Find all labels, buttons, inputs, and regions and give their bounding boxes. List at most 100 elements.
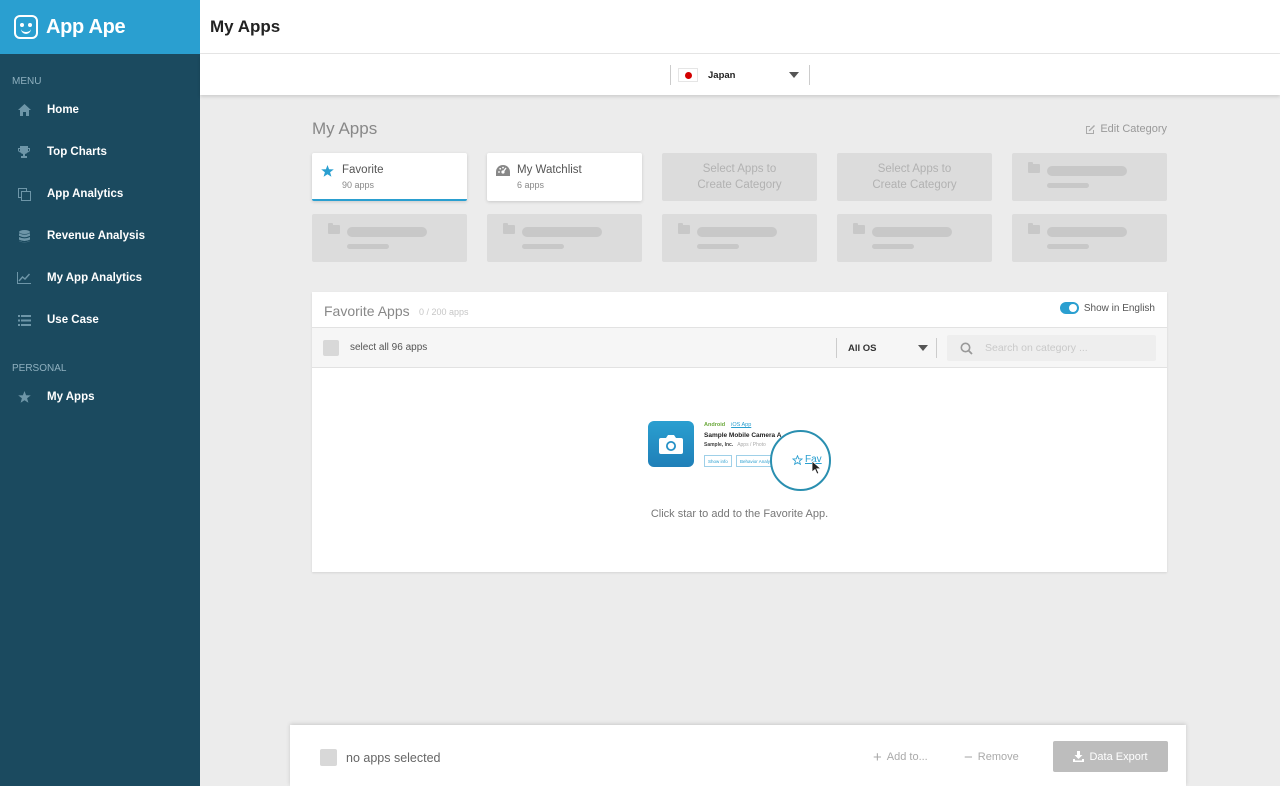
category-placeholder xyxy=(837,214,992,262)
sidebar-item-label: Use Case xyxy=(47,314,99,326)
chevron-down-icon xyxy=(918,345,928,351)
sidebar-item-label: My Apps xyxy=(47,391,95,403)
remove-label: Remove xyxy=(977,751,1019,763)
category-slot-empty[interactable]: Select Apps to Create Category xyxy=(837,153,992,201)
mini-show-info-button: Show info xyxy=(704,455,732,467)
folder-icon xyxy=(328,223,340,234)
category-search xyxy=(947,335,1156,361)
remove-button[interactable]: − Remove xyxy=(964,748,1019,766)
folder-icon xyxy=(1028,162,1040,173)
selection-status: no apps selected xyxy=(346,751,441,765)
toggle-label: Show in English xyxy=(1083,302,1155,314)
os-filter-value: All OS xyxy=(848,343,877,354)
sidebar-item-label: My App Analytics xyxy=(47,272,142,284)
download-icon xyxy=(1073,751,1085,762)
sidebar-item-app-analytics[interactable]: App Analytics xyxy=(0,173,200,215)
star-icon xyxy=(17,390,31,404)
category-placeholder xyxy=(487,214,642,262)
line-chart-icon xyxy=(17,271,31,285)
sidebar-item-use-case[interactable]: Use Case xyxy=(0,299,200,341)
empty-hint: Click star to add to the Favorite App. xyxy=(650,508,829,520)
mini-android-label: Android xyxy=(704,422,726,428)
folder-icon xyxy=(503,223,515,234)
category-placeholder xyxy=(312,214,467,262)
database-icon xyxy=(17,229,31,243)
japan-flag-icon xyxy=(678,68,698,82)
category-placeholder xyxy=(662,214,817,262)
folder-icon xyxy=(1028,223,1040,234)
sidebar-item-label: Revenue Analysis xyxy=(47,230,146,242)
personal-heading: PERSONAL xyxy=(12,363,67,374)
filter-bar: select all 96 apps All OS xyxy=(312,328,1167,368)
mini-os-labels: Android iOS App xyxy=(704,422,751,428)
brand-name: App Ape xyxy=(46,15,126,38)
trophy-icon xyxy=(17,145,31,159)
category-name: Favorite xyxy=(342,164,384,176)
home-icon xyxy=(17,103,31,117)
select-all-label[interactable]: select all 96 apps xyxy=(350,342,427,353)
minus-icon: − xyxy=(964,748,973,766)
app-ape-logo-icon xyxy=(14,15,38,39)
empty-slot-line1: Select Apps to xyxy=(702,163,777,175)
category-count: 6 apps xyxy=(517,180,545,190)
sidebar-item-label: Top Charts xyxy=(47,146,107,158)
edit-category-label: Edit Category xyxy=(1100,123,1167,135)
selection-action-bar: no apps selected + Add to... − Remove Da… xyxy=(290,725,1186,786)
camera-app-icon xyxy=(648,421,694,467)
empty-slot-line2: Create Category xyxy=(872,179,957,191)
data-export-button[interactable]: Data Export xyxy=(1053,741,1168,772)
sidebar-item-my-app-analytics[interactable]: My App Analytics xyxy=(0,257,200,299)
folder-icon xyxy=(853,223,865,234)
mini-ios-label: iOS App xyxy=(731,422,752,428)
favorite-apps-panel: Favorite Apps 0 / 200 apps Show in Engli… xyxy=(312,292,1167,572)
country-name: Japan xyxy=(708,69,736,81)
star-outline-icon xyxy=(792,454,803,465)
sidebar-item-revenue-analysis[interactable]: Revenue Analysis xyxy=(0,215,200,257)
list-icon xyxy=(17,313,31,327)
select-all-checkbox[interactable] xyxy=(323,340,339,356)
category-count: 90 apps xyxy=(342,180,375,190)
mini-publisher: Sample, Inc. Apps / Photo xyxy=(704,442,766,448)
category-name: My Watchlist xyxy=(517,164,582,176)
show-in-english-toggle[interactable]: Show in English xyxy=(1059,302,1155,314)
panel-app-count: 0 / 200 apps xyxy=(419,307,469,317)
category-slot-empty[interactable]: Select Apps to Create Category xyxy=(662,153,817,201)
copy-icon xyxy=(17,187,31,201)
menu-heading: MENU xyxy=(12,76,42,87)
toggle-switch[interactable] xyxy=(1059,302,1079,314)
sidebar: App Ape MENU Home Top Charts App Analyti… xyxy=(0,0,200,786)
category-placeholder xyxy=(1012,153,1167,201)
sidebar-item-my-apps[interactable]: My Apps xyxy=(0,376,200,418)
sidebar-item-label: Home xyxy=(47,104,79,116)
dashboard-icon xyxy=(496,164,510,182)
sidebar-item-top-charts[interactable]: Top Charts xyxy=(0,131,200,173)
add-to-label: Add to... xyxy=(886,751,928,763)
fav-zoom-callout: Fav xyxy=(770,430,831,491)
star-icon xyxy=(321,164,334,182)
panel-title: Favorite Apps xyxy=(324,303,410,319)
category-card-favorite[interactable]: Favorite 90 apps xyxy=(312,153,467,201)
category-placeholder xyxy=(1012,214,1167,262)
cursor-icon xyxy=(812,461,822,475)
panel-header: Favorite Apps 0 / 200 apps Show in Engli… xyxy=(312,292,1167,328)
country-select[interactable]: Japan xyxy=(670,65,810,85)
os-filter-select[interactable]: All OS xyxy=(836,338,937,358)
folder-icon xyxy=(678,223,690,234)
category-card-my-watchlist[interactable]: My Watchlist 6 apps xyxy=(487,153,642,201)
chevron-down-icon xyxy=(789,72,799,78)
add-to-button[interactable]: + Add to... xyxy=(873,748,928,766)
edit-icon xyxy=(1086,124,1096,134)
selection-checkbox[interactable] xyxy=(320,749,337,766)
mini-app-title: Sample Mobile Camera A xyxy=(704,432,782,439)
search-input[interactable] xyxy=(985,342,1145,354)
brand[interactable]: App Ape xyxy=(0,0,200,54)
plus-icon: + xyxy=(873,748,882,766)
empty-slot-line2: Create Category xyxy=(697,179,782,191)
country-bar: Japan xyxy=(200,54,1280,95)
page-title: My Apps xyxy=(210,16,281,36)
empty-slot-line1: Select Apps to xyxy=(877,163,952,175)
edit-category-button[interactable]: Edit Category xyxy=(1085,123,1167,135)
sidebar-item-home[interactable]: Home xyxy=(0,89,200,131)
sidebar-item-label: App Analytics xyxy=(47,188,124,200)
section-title: My Apps xyxy=(312,119,378,138)
